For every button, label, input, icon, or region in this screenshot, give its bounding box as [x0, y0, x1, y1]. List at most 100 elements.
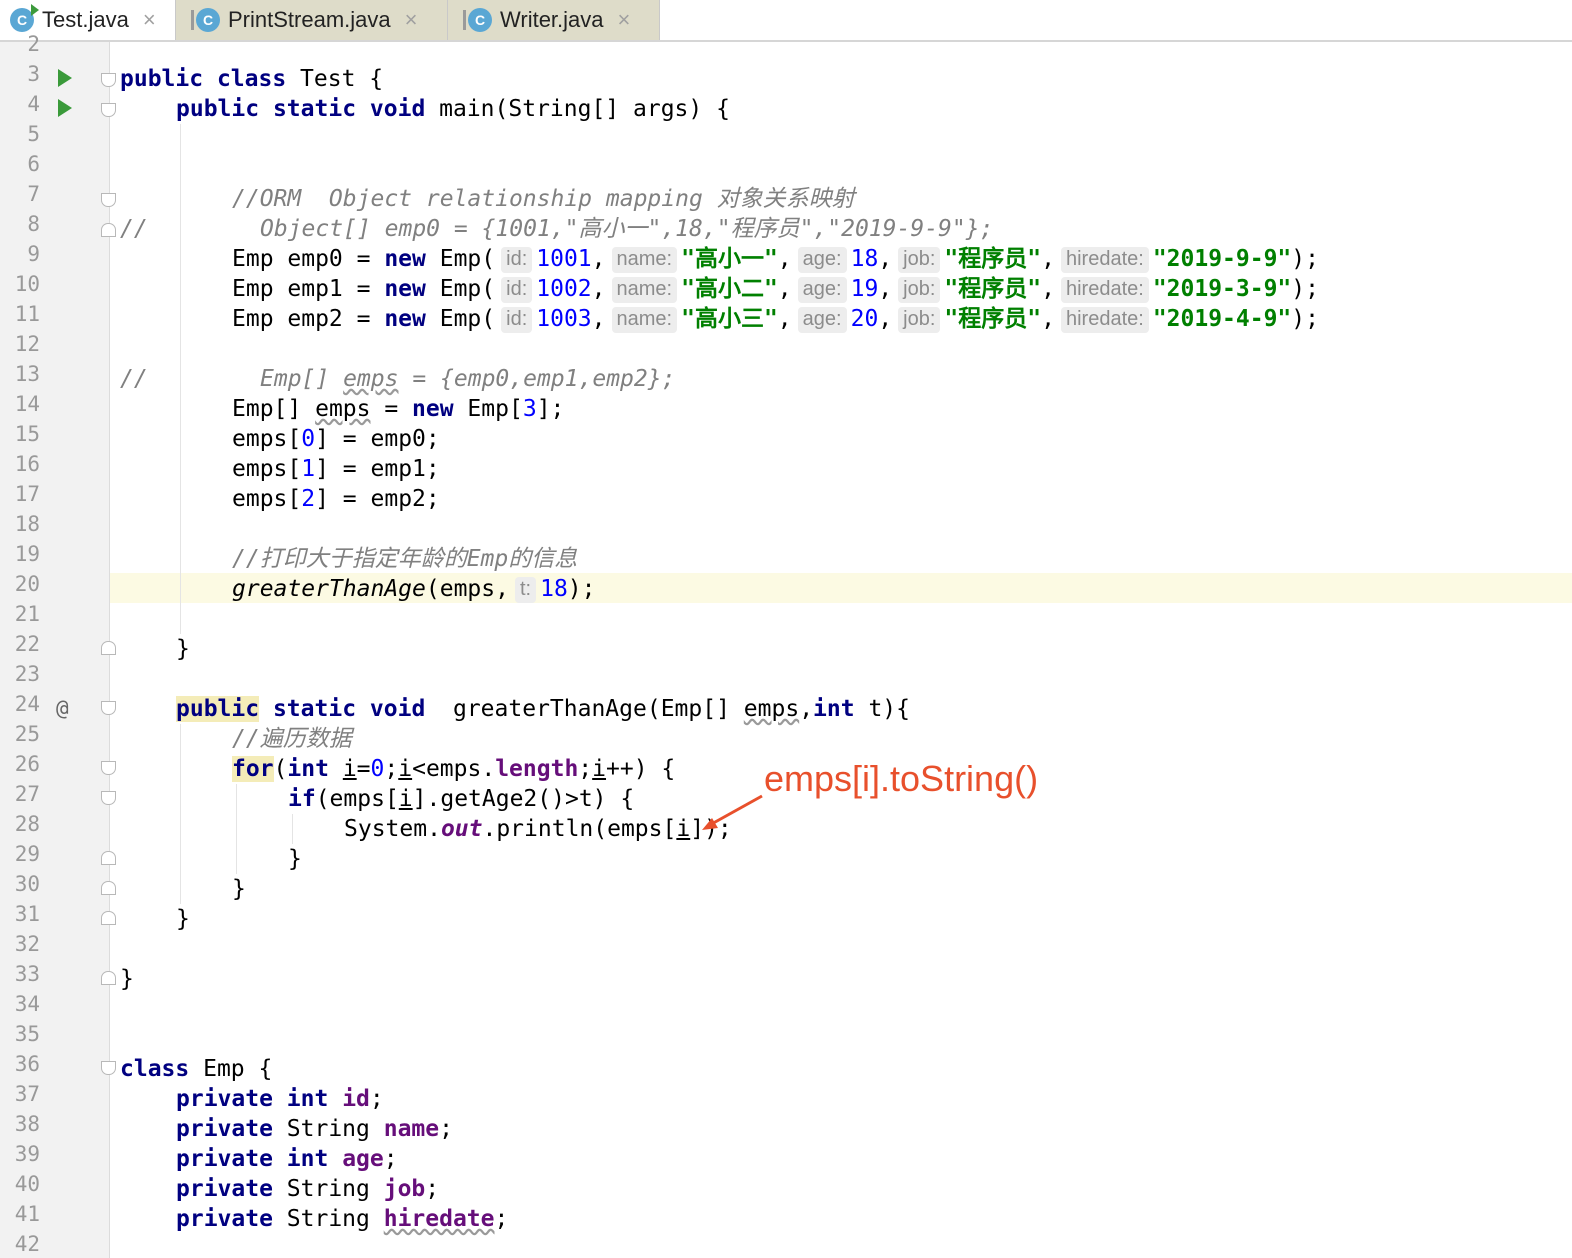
- line-number: 20: [14, 572, 40, 596]
- code-line-20: greaterThanAge(emps, t: 18);: [232, 576, 596, 603]
- line-number: 39: [14, 1142, 40, 1166]
- param-hint: job:: [898, 276, 941, 303]
- param-hint: age:: [797, 276, 847, 303]
- java-class-icon: C: [463, 8, 492, 32]
- line-number: 3: [27, 62, 40, 86]
- param-hint: t:: [514, 576, 537, 603]
- line-number: 11: [14, 302, 40, 326]
- line-number: 29: [14, 842, 40, 866]
- tab-label: Test.java: [42, 7, 129, 32]
- code-line-19: //打印大于指定年龄的Emp的信息: [232, 546, 578, 572]
- line-number: 32: [14, 932, 40, 956]
- line-number: 23: [14, 662, 40, 686]
- fold-close-icon[interactable]: [101, 971, 116, 985]
- code-line-27: if(emps[i].getAge2()>t) {: [288, 786, 635, 812]
- line-number: 30: [14, 872, 40, 896]
- line-number: 35: [14, 1022, 40, 1046]
- param-hint: id:: [501, 306, 533, 333]
- code-line-25: //遍历数据: [232, 726, 352, 752]
- annotation-arrow: [702, 794, 763, 830]
- fold-open-icon[interactable]: [101, 761, 116, 775]
- line-number: 9: [27, 242, 40, 266]
- editor-tab-bar: C Test.java × C PrintStream.java × C Wri…: [0, 0, 1572, 42]
- line-number: 15: [14, 422, 40, 446]
- param-hint: hiredate:: [1060, 246, 1149, 273]
- param-hint: age:: [797, 246, 847, 273]
- fold-close-icon[interactable]: [101, 223, 116, 237]
- line-number: 2: [27, 32, 40, 56]
- code-line-33: }: [120, 966, 134, 992]
- line-number: 26: [14, 752, 40, 776]
- param-hint: age:: [797, 306, 847, 333]
- param-hint: id:: [501, 246, 533, 273]
- param-hint: id:: [501, 276, 533, 303]
- indent-guide: [180, 724, 181, 904]
- line-number: 17: [14, 482, 40, 506]
- line-number: 10: [14, 272, 40, 296]
- code-line-29: }: [288, 846, 302, 872]
- code-line-41: private String hiredate;: [176, 1206, 509, 1232]
- code-line-30: }: [232, 876, 246, 902]
- code-line-15: emps[0] = emp0;: [232, 426, 440, 452]
- line-number: 6: [27, 152, 40, 176]
- code-line-8-body: Object[] emp0 = {1001,"高小一",18,"程序员","20…: [260, 216, 994, 242]
- line-number: 22: [14, 632, 40, 656]
- code-line-31: }: [176, 906, 190, 932]
- code-line-9: Emp emp0 = new Emp(id: 1001, name: "高小一", ag…: [232, 246, 1319, 273]
- annotation-text: emps[i].toString(): [764, 758, 1039, 799]
- param-hint: job:: [898, 306, 941, 333]
- tab-label: Writer.java: [500, 7, 604, 32]
- code-line-13: //: [120, 366, 148, 392]
- line-number: 38: [14, 1112, 40, 1136]
- fold-open-icon[interactable]: [101, 103, 116, 117]
- fold-close-icon[interactable]: [101, 641, 116, 655]
- fold-close-icon[interactable]: [101, 881, 116, 895]
- fold-open-icon[interactable]: [101, 73, 116, 87]
- line-number: 12: [14, 332, 40, 356]
- param-hint: job:: [898, 246, 941, 273]
- run-icon[interactable]: [58, 99, 72, 117]
- run-icon[interactable]: [58, 69, 72, 87]
- fold-open-icon[interactable]: [101, 193, 116, 207]
- code-line-39: private int age;: [176, 1146, 398, 1172]
- param-hint: name:: [611, 246, 678, 273]
- close-icon[interactable]: ×: [405, 7, 418, 33]
- override-marker-icon[interactable]: @: [56, 693, 69, 723]
- line-number: 42: [14, 1232, 40, 1256]
- code-line-7: //ORM Object relationship mapping 对象关系映射: [232, 186, 855, 212]
- tab-printstream-java[interactable]: C PrintStream.java ×: [176, 0, 448, 40]
- close-icon[interactable]: ×: [143, 7, 156, 33]
- code-line-8: //: [120, 216, 148, 242]
- line-number: 7: [27, 182, 40, 206]
- line-number: 18: [14, 512, 40, 536]
- tab-label: PrintStream.java: [228, 7, 391, 32]
- line-number: 34: [14, 992, 40, 1016]
- fold-close-icon[interactable]: [101, 911, 116, 925]
- line-number: 21: [14, 602, 40, 626]
- indent-guide: [292, 814, 293, 844]
- code-line-10: Emp emp1 = new Emp(id: 1002, name: "高小二", ag…: [232, 276, 1319, 303]
- line-number: 37: [14, 1082, 40, 1106]
- fold-open-icon[interactable]: [101, 791, 116, 805]
- line-number: 33: [14, 962, 40, 986]
- code-line-16: emps[1] = emp1;: [232, 456, 440, 482]
- line-number: 13: [14, 362, 40, 386]
- code-line-40: private String job;: [176, 1176, 440, 1202]
- line-number: 31: [14, 902, 40, 926]
- line-number: 25: [14, 722, 40, 746]
- line-number: 5: [27, 122, 40, 146]
- line-number: 40: [14, 1172, 40, 1196]
- indent-guide: [236, 784, 237, 874]
- close-icon[interactable]: ×: [618, 7, 631, 33]
- line-number: 28: [14, 812, 40, 836]
- tab-writer-java[interactable]: C Writer.java ×: [448, 0, 660, 40]
- code-line-3: public class Test {: [120, 66, 384, 92]
- line-number: 27: [14, 782, 40, 806]
- fold-open-icon[interactable]: [101, 701, 116, 715]
- code-line-11: Emp emp2 = new Emp(id: 1003, name: "高小三", ag…: [232, 306, 1319, 333]
- param-hint: hiredate:: [1060, 276, 1149, 303]
- line-number: 16: [14, 452, 40, 476]
- fold-close-icon[interactable]: [101, 851, 116, 865]
- indent-guide: [180, 124, 181, 634]
- fold-open-icon[interactable]: [101, 1061, 116, 1075]
